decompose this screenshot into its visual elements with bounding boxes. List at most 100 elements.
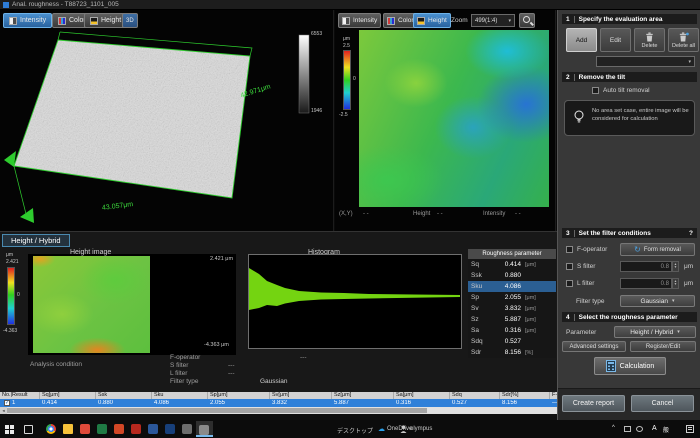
edit-area-button[interactable]: Edit — [600, 28, 631, 52]
help-icon[interactable]: ? — [689, 230, 693, 237]
zoom-select[interactable]: 499(1:4) ▾ — [471, 14, 515, 27]
taskbar-app-icon-3[interactable] — [165, 424, 175, 434]
param-unit: [μm] — [525, 262, 553, 268]
header-sdq[interactable]: Sdq — [450, 392, 500, 399]
scrollbar-thumb[interactable] — [7, 408, 427, 413]
scale-min: -4.363 — [3, 328, 17, 334]
taskbar-excel-icon[interactable] — [97, 424, 107, 434]
height-map-image[interactable] — [359, 30, 549, 207]
param-row-sa[interactable]: Sa 0.316 [μm] — [468, 325, 556, 336]
header-sq[interactable]: Sq[μm] — [40, 392, 96, 399]
s-filter-stepper[interactable]: ▲▼ — [672, 261, 679, 272]
param-row-sp[interactable]: Sp 2.055 [μm] — [468, 292, 556, 303]
register-edit-button[interactable]: Register/Edit — [630, 341, 696, 352]
taskbar-chrome-icon[interactable] — [46, 424, 56, 434]
l-filter-value: 0.8 — [661, 281, 669, 287]
tray-expand-icon[interactable]: ^ — [612, 425, 615, 431]
intensity-mode-button[interactable]: Intensity — [3, 13, 52, 28]
ime-mode-indicator[interactable]: A — [652, 425, 657, 432]
calculation-button[interactable]: Calculation — [594, 357, 666, 375]
f-operator-checkbox[interactable] — [566, 246, 573, 253]
parameter-select[interactable]: Height / Hybrid ▾ — [614, 326, 696, 338]
create-report-button[interactable]: Create report — [562, 395, 625, 412]
l-filter-row: L filter — [566, 280, 594, 287]
l-filter-stepper[interactable]: ▲▼ — [672, 278, 679, 289]
advanced-settings-button[interactable]: Advanced settings — [562, 341, 626, 352]
taskbar-powerpoint-icon[interactable] — [114, 424, 124, 434]
task-view-icon[interactable] — [24, 425, 33, 434]
trash-all-icon — [679, 32, 689, 42]
taskbar-desktop-label[interactable]: デスクトップ — [337, 426, 373, 435]
taskbar-app-icon-2[interactable] — [131, 424, 141, 434]
param-row-sdr[interactable]: Sdr 8.156 [%] — [468, 347, 556, 358]
l-filter-input[interactable]: 0.8 — [620, 278, 672, 289]
3d-view-button[interactable]: 3D — [122, 13, 138, 28]
auto-tilt-checkbox[interactable] — [592, 87, 599, 94]
zoom-label: Zoom — [451, 17, 468, 24]
taskbar-explorer-icon[interactable] — [63, 424, 73, 434]
header-no-result[interactable]: No.|Result — [0, 392, 40, 399]
delete-area-button[interactable]: Delete — [634, 28, 665, 52]
histogram-plot[interactable] — [248, 254, 462, 349]
spin-down-icon[interactable]: ▼ — [674, 282, 677, 286]
auto-tilt-checkbox-row[interactable]: Auto tilt removal — [592, 87, 650, 94]
intensity-mode-button-2d[interactable]: Intensity — [338, 13, 381, 28]
section-title: Set the filter conditions — [579, 230, 685, 237]
height-image[interactable] — [33, 256, 150, 353]
height-mode-button[interactable]: Height — [84, 13, 127, 28]
s-filter-input[interactable]: 0.8 — [620, 261, 672, 272]
row-checkbox[interactable]: ✓ — [4, 400, 10, 406]
header-sv[interactable]: Sv[μm] — [270, 392, 332, 399]
taskbar-app-icon-4[interactable] — [182, 424, 192, 434]
cell-sdr: 8.156 — [500, 400, 550, 406]
register-edit-label: Register/Edit — [646, 344, 680, 350]
param-unit: [μm] — [525, 306, 553, 312]
intensity-readout-label: Intensity — [483, 211, 505, 217]
chevron-down-icon: ▾ — [688, 59, 691, 65]
l-filter-checkbox[interactable] — [566, 280, 573, 287]
header-sz[interactable]: Sz[μm] — [332, 392, 394, 399]
taskbar-user-label[interactable]: olympus — [410, 426, 432, 432]
param-row-ssk[interactable]: Ssk 0.880 — [468, 270, 556, 281]
section-title: Select the roughness parameter — [579, 314, 678, 321]
header-ssk[interactable]: Ssk — [96, 392, 152, 399]
scroll-left-icon[interactable]: ◂ — [0, 407, 7, 414]
cancel-button[interactable]: Cancel — [631, 395, 694, 412]
header-sa[interactable]: Sa[μm] — [394, 392, 450, 399]
add-area-button[interactable]: Add — [566, 28, 597, 52]
spin-down-icon[interactable]: ▼ — [674, 265, 677, 269]
notification-center-icon[interactable] — [686, 425, 694, 433]
section-evaluation-area: 1 Specify the evaluation area — [562, 14, 697, 24]
area-list-select[interactable]: ▾ — [596, 56, 695, 67]
header-sdr[interactable]: Sdr[%] — [500, 392, 550, 399]
start-button[interactable] — [5, 425, 14, 434]
taskbar-app-icon-1[interactable] — [80, 424, 90, 434]
histogram-shape — [249, 255, 461, 348]
display-tray-icon[interactable] — [624, 426, 631, 432]
param-row-sq[interactable]: Sq 0.414 [μm] — [468, 259, 556, 270]
s-filter-checkbox[interactable] — [566, 263, 573, 270]
form-removal-button[interactable]: ↻ Form removal — [620, 243, 695, 256]
param-row-sdq[interactable]: Sdq 0.527 — [468, 336, 556, 347]
param-unit: [μm] — [525, 328, 553, 334]
header-sku[interactable]: Sku — [152, 392, 208, 399]
magnifier-button[interactable] — [519, 13, 535, 28]
volume-tray-icon[interactable] — [636, 426, 643, 432]
filter-type-select[interactable]: Gaussian ▾ — [620, 295, 695, 307]
taskbar-word-icon[interactable] — [148, 424, 158, 434]
param-row-sz[interactable]: Sz 5.887 [μm] — [468, 314, 556, 325]
height-mode-button-2d[interactable]: Height — [413, 13, 451, 28]
surface-3d-plot[interactable] — [0, 30, 334, 231]
section-number: 2 — [566, 74, 570, 81]
cell-sa: 0.316 — [394, 400, 450, 406]
ime-kind-indicator[interactable]: 般 — [663, 425, 669, 434]
advanced-settings-label: Advanced settings — [569, 344, 618, 350]
param-row-sku-selected[interactable]: Sku 4.086 — [468, 281, 556, 292]
taskbar-active-app[interactable] — [196, 421, 213, 437]
tab-height-hybrid[interactable]: Height / Hybrid — [2, 234, 70, 247]
header-sp[interactable]: Sp[μm] — [208, 392, 270, 399]
delete-all-areas-button[interactable]: Delete all — [668, 28, 699, 52]
section-roughness-parameter: 4 Select the roughness parameter — [562, 312, 697, 322]
condition-f-operator-value: --- — [300, 354, 307, 361]
param-row-sv[interactable]: Sv 3.832 [μm] — [468, 303, 556, 314]
